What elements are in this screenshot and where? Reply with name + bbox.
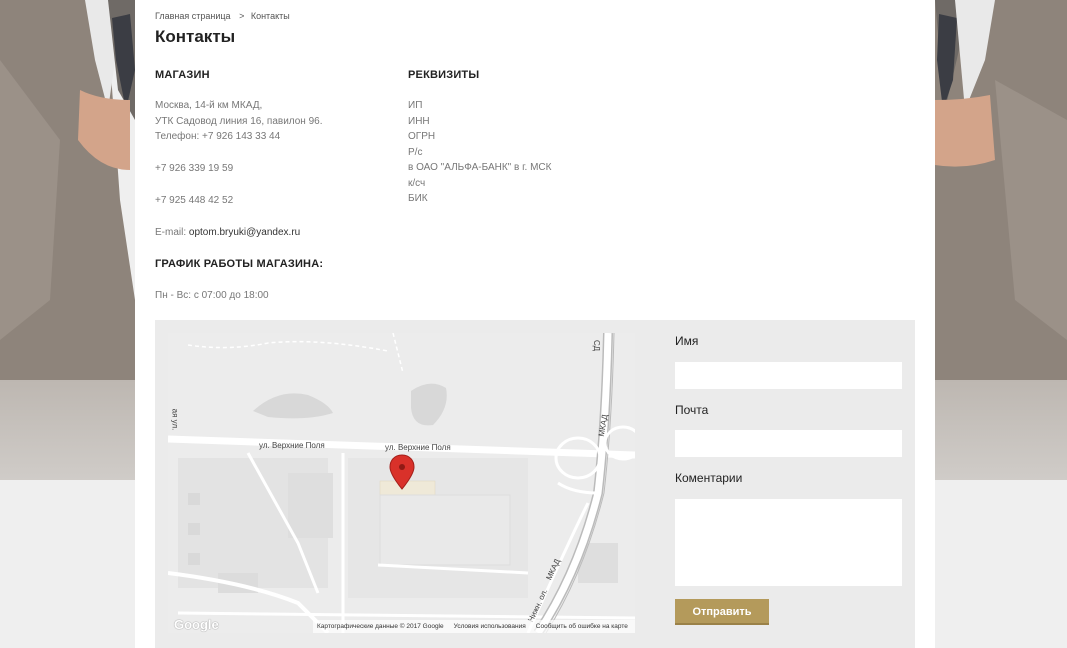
requisites-bik: БИК — [408, 193, 428, 204]
store-email: E-mail: optom.bryuki@yandex.ru — [155, 225, 300, 241]
store-address-line2: УТК Садовод линия 16, павилон 96. — [155, 115, 323, 127]
requisites-list: ИП ИНН ОГРН Р/с в ОАО "АЛЬФА-БАНК" в г. … — [408, 98, 551, 207]
breadcrumb-separator: > — [239, 11, 245, 21]
store-phone2: +7 926 339 19 59 — [155, 163, 234, 174]
store-email-label: E-mail: — [155, 227, 187, 238]
schedule-hours: Пн - Вс: с 07:00 до 18:00 — [155, 290, 269, 301]
map-form-section: ул. Верхние Поля ул. Верхние Поля МКАД М… — [155, 320, 915, 648]
store-address: Москва, 14-й км МКАД, УТК Садовод линия … — [155, 98, 323, 145]
store-email-link[interactable]: optom.bryuki@yandex.ru — [189, 227, 300, 238]
map-street-label-1: ул. Верхние Поля — [259, 441, 325, 450]
store-phone1: Телефон: +7 926 143 33 44 — [155, 131, 281, 142]
right-decorative-figure — [935, 0, 1067, 648]
requisites-ogrn: ОГРН — [408, 131, 436, 142]
comment-textarea[interactable] — [675, 499, 902, 586]
map-data-credit: Картографические данные © 2017 Google — [317, 623, 444, 630]
store-phone3: +7 925 448 42 52 — [155, 195, 234, 206]
breadcrumb-current: Контакты — [250, 11, 290, 21]
store-title: МАГАЗИН — [155, 69, 210, 81]
breadcrumb: Главная страница > Контакты — [155, 11, 290, 21]
breadcrumb-home-link[interactable]: Главная страница — [155, 11, 231, 21]
requisites-account: Р/с — [408, 146, 423, 158]
main-content: Главная страница > Контакты Контакты МАГ… — [135, 0, 935, 648]
map-terms-link[interactable]: Условия использования — [454, 623, 526, 630]
map-road-label-left: ая ул. — [170, 408, 180, 431]
requisites-inn: ИНН — [408, 115, 430, 127]
name-label: Имя — [675, 334, 699, 348]
map-report-link[interactable]: Сообщить об ошибке на карте — [536, 623, 628, 630]
map-footer: Картографические данные © 2017 Google Ус… — [313, 620, 635, 633]
comment-label: Коментарии — [675, 471, 743, 485]
submit-button[interactable]: Отправить — [675, 599, 769, 625]
google-map[interactable]: ул. Верхние Поля ул. Верхние Поля МКАД М… — [168, 333, 635, 633]
left-decorative-figure — [0, 0, 135, 648]
map-road-label-sd: СД — [592, 339, 602, 352]
store-address-line1: Москва, 14-й км МКАД, — [155, 100, 263, 111]
requisites-title: РЕКВИЗИТЫ — [408, 69, 480, 81]
page-title: Контакты — [155, 27, 236, 46]
map-street-label-2: ул. Верхние Поля — [385, 443, 451, 452]
name-input[interactable] — [675, 362, 902, 389]
requisites-ip: ИП — [408, 100, 423, 111]
email-input[interactable] — [675, 430, 902, 457]
schedule-title: ГРАФИК РАБОТЫ МАГАЗИНА: — [155, 258, 324, 270]
email-label: Почта — [675, 403, 709, 417]
google-logo: Google — [174, 617, 219, 632]
requisites-bank: в ОАО "АЛЬФА-БАНК" в г. МСК — [408, 162, 552, 173]
requisites-corr-account: к/сч — [408, 177, 426, 189]
